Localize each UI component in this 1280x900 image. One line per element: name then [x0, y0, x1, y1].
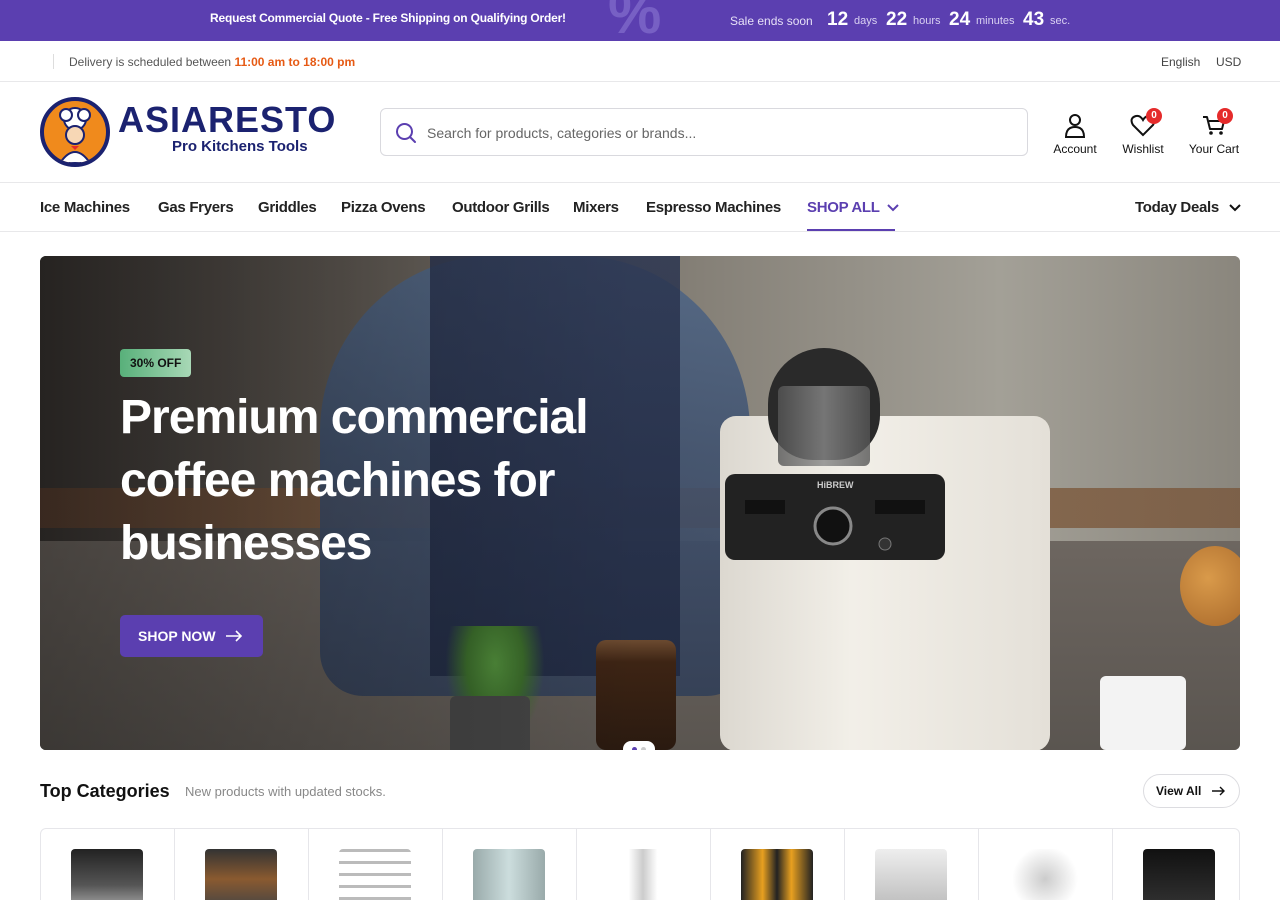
category-card[interactable]	[443, 829, 577, 900]
nav-item-ice-machines[interactable]: Ice Machines	[40, 199, 130, 216]
nav-item-gas-fryers[interactable]: Gas Fryers	[158, 199, 234, 216]
juice-dispenser-thumbnail	[741, 849, 813, 900]
arrow-right-icon	[1211, 775, 1225, 819]
chevron-down-icon	[887, 204, 899, 212]
mug-image	[1100, 676, 1186, 750]
undercounter-unit-thumbnail	[875, 849, 947, 900]
cart-button[interactable]: 0 Your Cart	[1174, 108, 1254, 156]
machine-dial-icon	[745, 500, 925, 551]
cart-count-badge: 0	[1217, 108, 1233, 124]
discount-badge: 30% OFF	[120, 349, 192, 377]
countdown-seconds-unit: sec.	[1050, 15, 1071, 27]
nav-item-pizza-ovens[interactable]: Pizza Ovens	[341, 199, 426, 216]
logo-tagline: Pro Kitchens Tools	[172, 138, 308, 155]
site-header: ASIARESTO Pro Kitchens Tools Account 0 W…	[0, 82, 1280, 183]
category-card[interactable]	[175, 829, 309, 900]
slide-dot[interactable]	[641, 747, 646, 750]
machine-control-panel: HiBREW	[725, 474, 945, 560]
hero-title: Premium commercial coffee machines for b…	[120, 391, 589, 570]
delivery-info: Delivery is scheduled between 11:00 am t…	[69, 55, 355, 69]
beer-tap-thumbnail	[607, 849, 679, 900]
grinder-glass-image	[778, 386, 870, 466]
category-card[interactable]	[41, 829, 175, 900]
countdown-minutes: 24	[949, 9, 971, 30]
section-title: Top Categories	[40, 781, 170, 801]
chevron-down-icon	[1229, 204, 1241, 212]
slide-dot-active[interactable]	[632, 747, 637, 750]
chiller-thumbnail	[1143, 849, 1215, 900]
hero-banner[interactable]: HiBREW 30% OFF Premium commercial coffee…	[40, 256, 1240, 750]
coffee-maker-thumbnail	[71, 849, 143, 900]
nav-item-espresso-machines[interactable]: Espresso Machines	[646, 199, 781, 216]
category-card[interactable]	[979, 829, 1113, 900]
espresso-machine-image	[720, 416, 1050, 750]
view-all-button[interactable]: View All	[1143, 774, 1240, 808]
promo-bar: Request Commercial Quote - Free Shipping…	[0, 0, 1280, 41]
shop-now-button[interactable]: SHOP NOW	[120, 615, 263, 657]
nav-item-shop-all[interactable]: SHOP ALL	[807, 199, 899, 216]
today-deals-label: Today Deals	[1135, 199, 1219, 216]
wishlist-label: Wishlist	[1122, 142, 1164, 156]
delivery-time: 11:00 am to 18:00 pm	[234, 55, 356, 69]
countdown-days-unit: days	[854, 15, 878, 27]
nav-item-outdoor-grills[interactable]: Outdoor Grills	[452, 199, 550, 216]
section-subtitle: New products with updated stocks.	[185, 784, 386, 799]
refrigerator-thumbnail	[473, 849, 545, 900]
category-card[interactable]	[845, 829, 979, 900]
category-carousel	[40, 828, 1240, 900]
wire-rack-thumbnail	[339, 849, 411, 900]
delivery-prefix: Delivery is scheduled between	[69, 55, 232, 69]
today-deals-dropdown[interactable]: Today Deals	[1135, 199, 1241, 216]
divider	[53, 54, 54, 69]
cart-label: Your Cart	[1188, 142, 1240, 156]
countdown-minutes-unit: minutes	[976, 15, 1015, 27]
category-card[interactable]	[1113, 829, 1239, 900]
chef-logo-icon[interactable]	[40, 97, 110, 167]
display-case-thumbnail	[205, 849, 277, 900]
user-icon	[1064, 114, 1086, 138]
category-card[interactable]	[577, 829, 711, 900]
search-box[interactable]	[380, 108, 1028, 156]
search-input[interactable]	[427, 122, 1007, 144]
percent-decoration-icon: %	[608, 0, 662, 41]
countdown-hours: 22	[886, 9, 908, 30]
active-nav-indicator	[807, 229, 895, 231]
nav-item-griddles[interactable]: Griddles	[258, 199, 317, 216]
currency-selector[interactable]: USD	[1216, 55, 1241, 69]
sale-label: Sale ends soon	[730, 14, 813, 28]
top-bar: Delivery is scheduled between 11:00 am t…	[0, 41, 1280, 82]
category-card[interactable]	[711, 829, 845, 900]
search-icon[interactable]	[395, 122, 417, 149]
promo-text[interactable]: Request Commercial Quote - Free Shipping…	[210, 11, 566, 25]
mixer-attachment-thumbnail	[1009, 849, 1081, 900]
wishlist-count-badge: 0	[1146, 108, 1162, 124]
countdown-days: 12	[827, 9, 849, 30]
category-card[interactable]	[309, 829, 443, 900]
logo-wordmark[interactable]: ASIARESTO	[118, 99, 336, 141]
view-all-label: View All	[1156, 784, 1202, 798]
arrow-right-icon	[225, 615, 243, 673]
countdown-hours-unit: hours	[913, 15, 941, 27]
slider-pagination[interactable]	[623, 741, 655, 750]
language-selector[interactable]: English	[1161, 55, 1200, 69]
wishlist-button[interactable]: 0 Wishlist	[1103, 108, 1183, 156]
countdown-seconds: 43	[1023, 9, 1045, 30]
nav-item-mixers[interactable]: Mixers	[573, 199, 619, 216]
shop-all-label: SHOP ALL	[807, 199, 880, 216]
shop-now-label: SHOP NOW	[138, 628, 216, 644]
main-nav: Ice Machines Gas Fryers Griddles Pizza O…	[0, 183, 1280, 232]
